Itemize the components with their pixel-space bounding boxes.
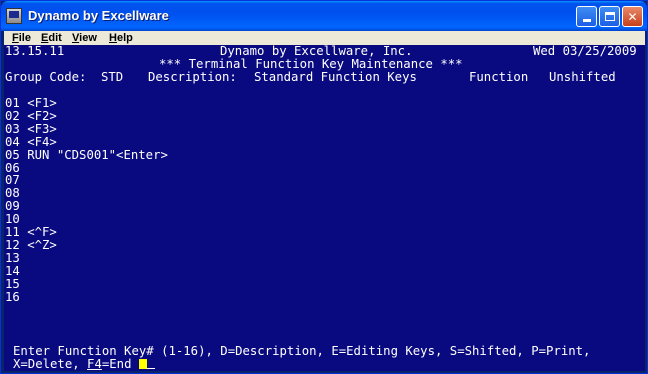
- function-key-number: 13: [5, 250, 20, 265]
- function-key-number: 07: [5, 173, 20, 188]
- function-label: Function: [469, 70, 529, 84]
- description-label: Description:: [148, 70, 237, 84]
- function-key-value[interactable]: <^Z>: [27, 238, 57, 252]
- screen-title: *** Terminal Function Key Maintenance **…: [159, 57, 463, 71]
- function-key-value[interactable]: <F2>: [27, 109, 57, 123]
- description-value[interactable]: Standard Function Keys: [254, 71, 417, 84]
- close-button[interactable]: ✕: [622, 6, 643, 27]
- text-cursor: [138, 359, 147, 369]
- company-name: Dynamo by Excellware, Inc.: [220, 45, 413, 58]
- menu-bar: File Edit View Help: [4, 31, 645, 45]
- menu-edit-label: dit: [48, 32, 62, 44]
- prompt-end-text: =End: [101, 357, 139, 371]
- function-key-number: 05: [5, 147, 20, 162]
- current-date: Wed 03/25/2009: [533, 45, 637, 58]
- function-key-number: 06: [5, 160, 20, 175]
- menu-file-accel: F: [12, 32, 19, 44]
- function-key-number: 15: [5, 276, 20, 291]
- function-key-number: 03: [5, 121, 20, 136]
- function-key-value[interactable]: <^F>: [27, 225, 57, 239]
- function-key-number: 10: [5, 212, 20, 227]
- function-key-row[interactable]: 05 RUN "CDS001"<Enter>: [5, 147, 168, 162]
- function-key-number: 11: [5, 225, 20, 239]
- function-key-number: 12: [5, 237, 20, 252]
- app-window: Dynamo by Excellware ✕ File Edit View He…: [0, 0, 648, 374]
- menu-help-label: elp: [116, 32, 133, 44]
- input-field[interactable]: [146, 358, 155, 369]
- menu-edit[interactable]: Edit: [41, 31, 62, 45]
- function-key-number: 16: [5, 289, 20, 304]
- menu-view[interactable]: View: [72, 31, 97, 45]
- maximize-button[interactable]: [599, 6, 620, 27]
- function-key-row[interactable]: 16: [5, 289, 27, 304]
- menu-help-accel: H: [109, 32, 117, 44]
- close-icon: ✕: [627, 9, 638, 24]
- version-label: 13.15.11: [5, 45, 65, 58]
- minimize-icon: [582, 19, 591, 22]
- prompt-delete-text: X=Delete,: [13, 357, 88, 371]
- function-key-number: 04: [5, 134, 20, 149]
- function-key-number: 14: [5, 263, 20, 278]
- app-icon[interactable]: [6, 8, 22, 24]
- group-code-label: Group Code:: [5, 70, 87, 84]
- function-key-value[interactable]: <F1>: [27, 96, 57, 110]
- prompt-line-2: X=Delete, F4=End: [13, 358, 155, 371]
- prompt-line-1: Enter Function Key# (1-16), D=Descriptio…: [13, 344, 591, 358]
- menu-view-label: iew: [79, 32, 97, 44]
- function-key-value[interactable]: <F4>: [27, 135, 57, 149]
- menu-file[interactable]: File: [12, 31, 31, 45]
- window-title: Dynamo by Excellware: [28, 8, 169, 23]
- function-key-number: 02: [5, 108, 20, 123]
- terminal-screen[interactable]: 13.15.11 Dynamo by Excellware, Inc. Wed …: [4, 45, 645, 371]
- function-key-number: 08: [5, 186, 20, 201]
- function-key-value[interactable]: RUN "CDS001"<Enter>: [27, 148, 168, 162]
- function-key-number: 09: [5, 199, 20, 214]
- title-bar[interactable]: Dynamo by Excellware ✕: [1, 1, 647, 31]
- prompt-f4-key: F4: [87, 357, 102, 371]
- group-code-value[interactable]: STD: [101, 71, 123, 84]
- maximize-icon: [604, 12, 615, 21]
- menu-help[interactable]: Help: [109, 31, 133, 45]
- function-key-number: 01: [5, 96, 20, 110]
- minimize-button[interactable]: [576, 6, 597, 27]
- shift-state: Unshifted: [549, 70, 616, 84]
- function-key-value[interactable]: <F3>: [27, 122, 57, 136]
- menu-file-label: ile: [18, 32, 31, 44]
